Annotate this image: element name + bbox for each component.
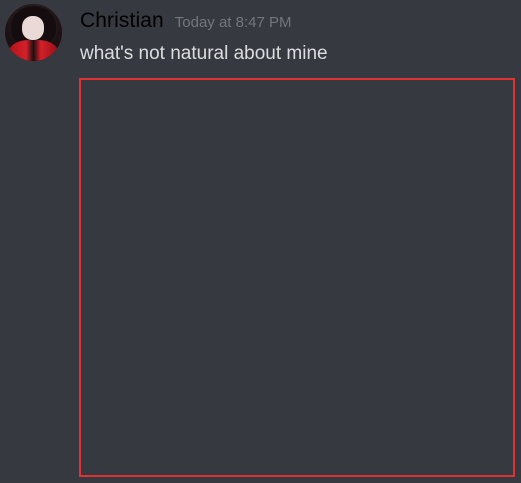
message-timestamp: Today at 8:47 PM: [174, 14, 292, 31]
message-header: Christian Today at 8:47 PM: [80, 9, 292, 37]
avatar-body: [9, 40, 58, 61]
author-name[interactable]: Christian: [80, 9, 164, 33]
message-text: what's not natural about mine: [80, 43, 328, 64]
avatar-face: [22, 16, 44, 40]
avatar[interactable]: [5, 4, 62, 61]
image-attachment[interactable]: [79, 78, 515, 477]
chat-message: Christian Today at 8:47 PM what's not na…: [0, 0, 521, 483]
